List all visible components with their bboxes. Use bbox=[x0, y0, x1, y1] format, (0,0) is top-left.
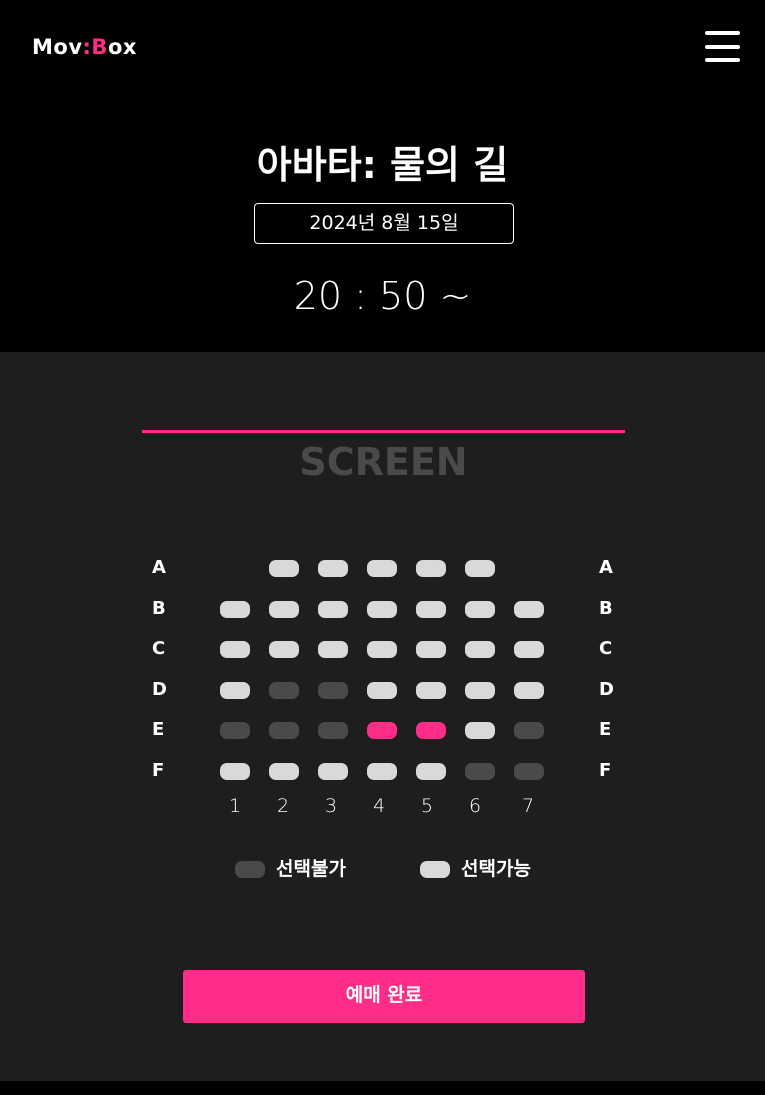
seat-b1[interactable] bbox=[220, 601, 250, 618]
seat-b4[interactable] bbox=[367, 601, 397, 618]
logo-part-2: B bbox=[91, 35, 108, 59]
row-label-right-d: D bbox=[599, 679, 614, 700]
column-label-2: 2 bbox=[276, 795, 290, 817]
seat-b2[interactable] bbox=[269, 601, 299, 618]
row-label-left-a: A bbox=[152, 557, 166, 578]
row-label-right-b: B bbox=[599, 598, 613, 619]
seat-b7[interactable] bbox=[514, 601, 544, 618]
seat-b6[interactable] bbox=[465, 601, 495, 618]
movie-title: 아바타: 물의 길 bbox=[256, 143, 509, 187]
header: Mov:Box 아바타: 물의 길 2024년 8월 15일 20 : 50 ~ bbox=[0, 0, 765, 352]
seat-e6[interactable] bbox=[465, 722, 495, 739]
seat-c6[interactable] bbox=[465, 641, 495, 658]
book-complete-button[interactable]: 예매 완료 bbox=[183, 970, 585, 1023]
menu-bar bbox=[705, 58, 740, 62]
seat-d4[interactable] bbox=[367, 682, 397, 699]
row-label-left-b: B bbox=[152, 598, 166, 619]
seat-f6 bbox=[465, 763, 495, 780]
logo-part-3: ox bbox=[107, 35, 137, 59]
seat-d1[interactable] bbox=[220, 682, 250, 699]
hamburger-menu-icon[interactable] bbox=[705, 30, 741, 64]
row-label-right-f: F bbox=[599, 760, 612, 781]
seat-d5[interactable] bbox=[416, 682, 446, 699]
seat-e3 bbox=[318, 722, 348, 739]
seat-f4[interactable] bbox=[367, 763, 397, 780]
seat-f3[interactable] bbox=[318, 763, 348, 780]
logo[interactable]: Mov:Box bbox=[32, 33, 137, 61]
seat-c7[interactable] bbox=[514, 641, 544, 658]
legend-available-swatch bbox=[420, 861, 450, 878]
screen-label: SCREEN bbox=[299, 440, 468, 484]
logo-part-1: Mov bbox=[32, 35, 83, 59]
showtime: 20 : 50 ~ bbox=[293, 274, 472, 318]
seat-e1 bbox=[220, 722, 250, 739]
seat-a2[interactable] bbox=[269, 560, 299, 577]
seat-f2[interactable] bbox=[269, 763, 299, 780]
seat-d6[interactable] bbox=[465, 682, 495, 699]
seat-c2[interactable] bbox=[269, 641, 299, 658]
column-label-5: 5 bbox=[420, 795, 434, 817]
screen-line bbox=[142, 430, 625, 433]
seat-b3[interactable] bbox=[318, 601, 348, 618]
footer-bar bbox=[0, 1081, 765, 1095]
legend-available-label: 선택가능 bbox=[461, 858, 531, 880]
row-label-left-e: E bbox=[152, 719, 165, 740]
legend-unavailable-swatch bbox=[235, 861, 265, 878]
row-label-right-a: A bbox=[599, 557, 613, 578]
row-label-left-d: D bbox=[152, 679, 167, 700]
seat-c5[interactable] bbox=[416, 641, 446, 658]
seat-e2 bbox=[269, 722, 299, 739]
column-label-1: 1 bbox=[228, 795, 242, 817]
seat-f5[interactable] bbox=[416, 763, 446, 780]
row-label-right-e: E bbox=[599, 719, 612, 740]
column-label-6: 6 bbox=[468, 795, 482, 817]
seat-selection-panel: SCREEN AABBCCDDEEFF1234567 선택불가 선택가능 예매 … bbox=[0, 352, 765, 1081]
column-label-3: 3 bbox=[324, 795, 338, 817]
seat-e7 bbox=[514, 722, 544, 739]
seat-d2 bbox=[269, 682, 299, 699]
seat-a3[interactable] bbox=[318, 560, 348, 577]
seat-e5[interactable] bbox=[416, 722, 446, 739]
row-label-left-f: F bbox=[152, 760, 165, 781]
column-label-4: 4 bbox=[372, 795, 386, 817]
seat-a5[interactable] bbox=[416, 560, 446, 577]
menu-bar bbox=[705, 31, 740, 35]
column-label-7: 7 bbox=[521, 795, 535, 817]
seat-a6[interactable] bbox=[465, 560, 495, 577]
seat-c4[interactable] bbox=[367, 641, 397, 658]
seat-f1[interactable] bbox=[220, 763, 250, 780]
date-display[interactable]: 2024년 8월 15일 bbox=[254, 203, 514, 244]
row-label-right-c: C bbox=[599, 638, 613, 659]
seat-c1[interactable] bbox=[220, 641, 250, 658]
seat-a4[interactable] bbox=[367, 560, 397, 577]
row-label-left-c: C bbox=[152, 638, 166, 659]
seat-d3 bbox=[318, 682, 348, 699]
seat-f7 bbox=[514, 763, 544, 780]
seat-c3[interactable] bbox=[318, 641, 348, 658]
seat-d7[interactable] bbox=[514, 682, 544, 699]
seat-e4[interactable] bbox=[367, 722, 397, 739]
menu-bar bbox=[705, 45, 740, 49]
seat-b5[interactable] bbox=[416, 601, 446, 618]
legend-unavailable-label: 선택불가 bbox=[276, 858, 346, 880]
